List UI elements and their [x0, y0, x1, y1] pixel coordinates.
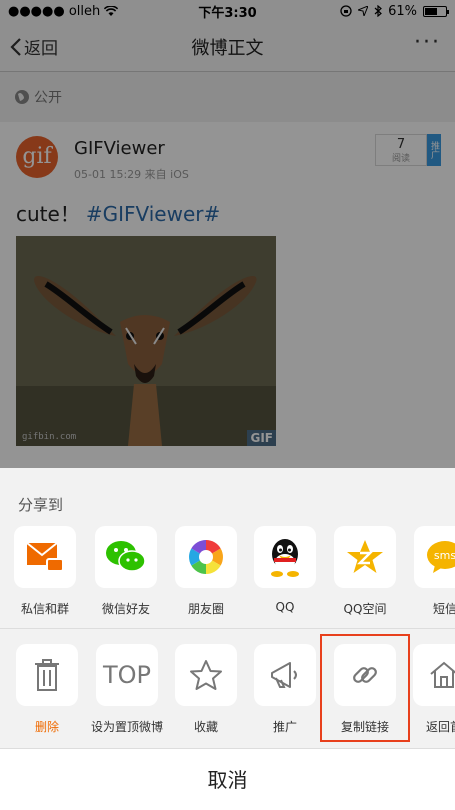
moments-icon — [189, 540, 223, 574]
cancel-button[interactable]: 取消 — [0, 748, 455, 810]
highlight-box — [320, 634, 410, 742]
sheet-title: 分享到 — [18, 496, 64, 514]
star-icon — [190, 660, 222, 690]
action-label: 推广 — [272, 720, 297, 734]
share-row: 私信和群 微信好友 朋友圈 QQ QQ空间 sms 短信 — [0, 526, 455, 636]
tile-pin-top: TOP — [96, 644, 158, 706]
share-item-moments[interactable]: 朋友圈 — [166, 526, 246, 617]
share-item-qzone[interactable]: QQ空间 — [325, 526, 405, 617]
action-item-pin-top[interactable]: TOP 设为置顶微博 — [87, 644, 167, 735]
share-item-private-message[interactable]: 私信和群 — [5, 526, 85, 617]
trash-icon — [35, 659, 59, 691]
mail-icon — [26, 542, 64, 572]
action-item-home[interactable]: 返回首 — [404, 644, 455, 735]
action-item-favorite[interactable]: 收藏 — [166, 644, 246, 735]
action-label: 删除 — [34, 720, 59, 734]
action-item-promote[interactable]: 推广 — [245, 644, 325, 735]
share-label: QQ空间 — [343, 602, 387, 616]
action-item-delete[interactable]: 删除 — [7, 644, 87, 735]
tile-wechat — [95, 526, 157, 588]
tile-delete — [16, 644, 78, 706]
tile-promote — [254, 644, 316, 706]
tile-qzone — [334, 526, 396, 588]
tile-private-message — [14, 526, 76, 588]
action-label: 收藏 — [193, 720, 218, 734]
action-label: 返回首 — [425, 720, 455, 734]
share-item-sms[interactable]: sms 短信 — [405, 526, 455, 617]
tile-home — [413, 644, 455, 706]
action-label: 设为置顶微博 — [90, 720, 163, 734]
sms-icon-text: sms — [434, 549, 455, 562]
tile-favorite — [175, 644, 237, 706]
sms-icon: sms — [427, 541, 455, 573]
qzone-icon — [347, 540, 383, 573]
share-item-qq[interactable]: QQ — [245, 526, 325, 614]
top-icon: TOP — [102, 661, 152, 689]
sheet-divider — [0, 628, 455, 629]
share-label: 朋友圈 — [187, 602, 224, 616]
share-label: 短信 — [432, 602, 455, 616]
qq-icon — [271, 539, 299, 577]
share-label: 微信好友 — [101, 602, 150, 616]
tile-moments — [175, 526, 237, 588]
dim-overlay[interactable] — [0, 0, 455, 468]
share-item-wechat[interactable]: 微信好友 — [86, 526, 166, 617]
share-label: QQ — [275, 600, 295, 614]
megaphone-icon — [271, 662, 297, 688]
tile-qq — [254, 526, 316, 588]
wechat-icon — [106, 541, 146, 572]
share-label: 私信和群 — [20, 602, 69, 616]
tile-sms: sms — [414, 526, 455, 588]
home-icon — [430, 661, 455, 688]
